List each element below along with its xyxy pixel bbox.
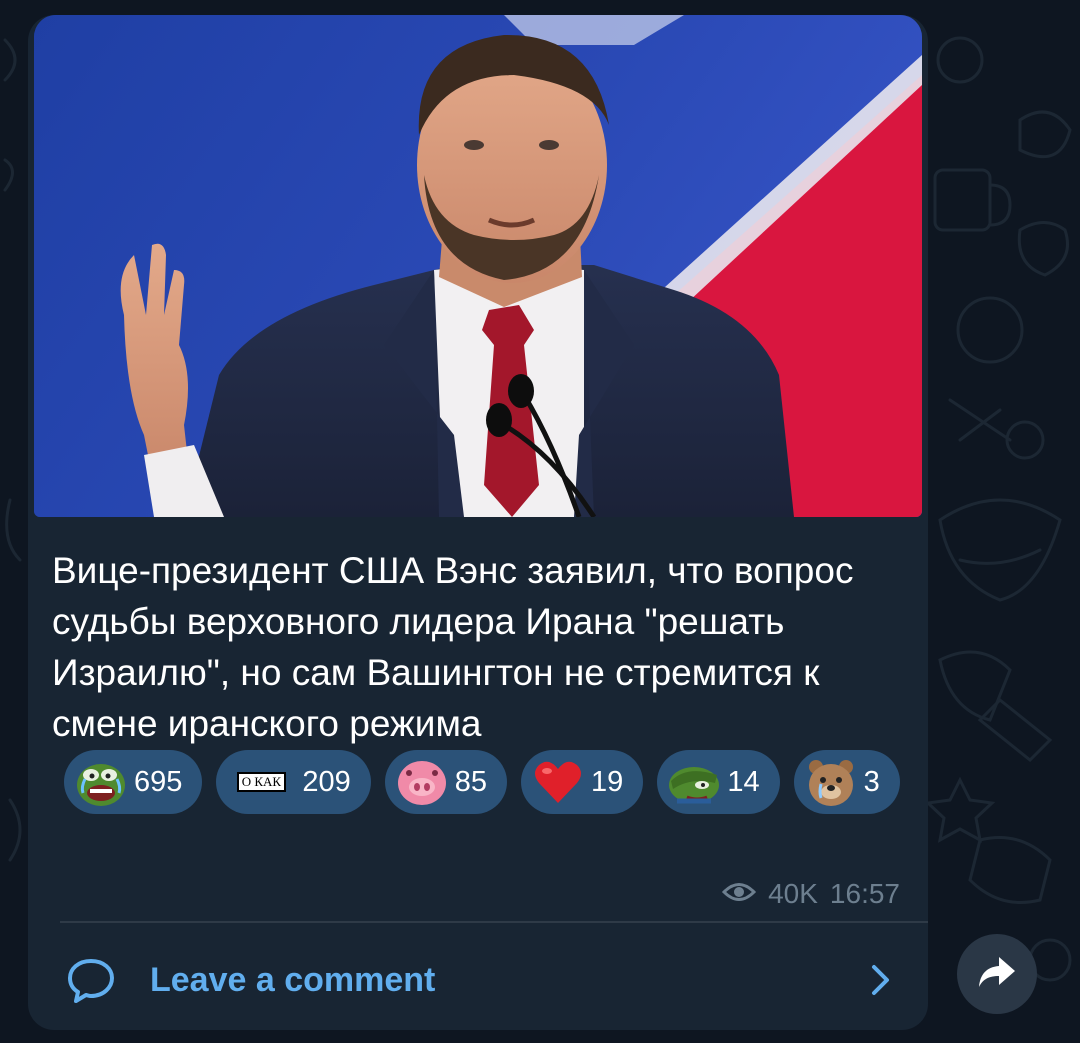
pepe-facepalm-icon bbox=[667, 755, 721, 809]
pepe-crying-laughing-icon bbox=[74, 755, 128, 809]
reaction-count: 209 bbox=[302, 765, 351, 798]
reaction-count: 85 bbox=[454, 765, 488, 798]
reaction-count: 695 bbox=[134, 765, 183, 798]
speaker-photo bbox=[34, 15, 922, 517]
pig-nose-icon bbox=[395, 755, 449, 809]
leave-comment-label: Leave a comment bbox=[150, 961, 436, 999]
reaction-o-kak[interactable]: О КАК 209 bbox=[216, 750, 371, 814]
channel-post: Вице-президент США Вэнс заявил, что вопр… bbox=[28, 15, 928, 1030]
reaction-pepe-facepalm[interactable]: 14 bbox=[657, 750, 780, 814]
views-count: 40K bbox=[768, 878, 818, 909]
share-button[interactable] bbox=[957, 934, 1037, 1014]
o-kak-sticker: О КАК bbox=[226, 755, 296, 809]
post-caption: Вице-президент США Вэнс заявил, что вопр… bbox=[52, 550, 854, 744]
reaction-heart[interactable]: 19 bbox=[521, 750, 644, 814]
reaction-pepe-laughing[interactable]: 695 bbox=[64, 750, 203, 814]
red-heart-icon bbox=[531, 755, 585, 809]
post-time: 16:57 bbox=[829, 878, 900, 909]
reaction-count: 14 bbox=[727, 765, 760, 798]
views-eye-icon bbox=[721, 878, 757, 910]
o-kak-label: О КАК bbox=[236, 772, 287, 792]
bear-crying-icon bbox=[804, 755, 858, 809]
chevron-right-icon bbox=[870, 963, 892, 1002]
reaction-count: 3 bbox=[863, 765, 880, 798]
share-arrow-icon bbox=[977, 955, 1017, 994]
post-photo[interactable] bbox=[34, 15, 922, 517]
comment-bubble-icon bbox=[66, 957, 116, 1010]
reaction-bear[interactable]: 3 bbox=[793, 750, 900, 814]
post-meta: 40K 16:57 bbox=[721, 878, 900, 910]
leave-comment-button[interactable]: Leave a comment bbox=[28, 923, 928, 1030]
reaction-pig[interactable]: 85 bbox=[384, 750, 508, 814]
reactions-bar: 695 О КАК 209 85 19 14 3 bbox=[64, 750, 904, 814]
reaction-count: 19 bbox=[591, 765, 624, 798]
